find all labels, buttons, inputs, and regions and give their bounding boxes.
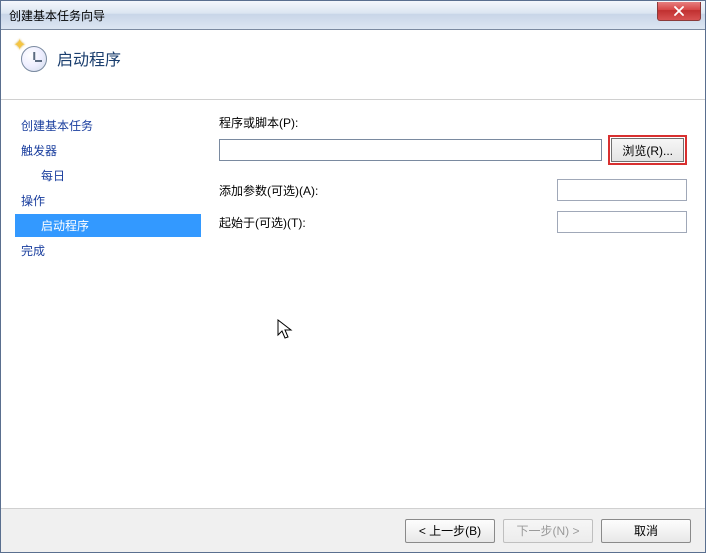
sidebar-item-start-program[interactable]: 启动程序: [15, 214, 201, 237]
wizard-body: 创建基本任务 触发器 每日 操作 启动程序 完成 程序或脚本(P): 浏览(R)…: [1, 100, 705, 508]
wizard-window: 创建基本任务向导 ✦ 启动程序 创建基本任务 触发器 每日 操作 启动程序 完成: [0, 0, 706, 553]
titlebar: 创建基本任务向导: [1, 1, 705, 30]
sidebar-item-daily[interactable]: 每日: [15, 164, 201, 187]
window-title: 创建基本任务向导: [9, 7, 105, 24]
sidebar-item-finish[interactable]: 完成: [15, 239, 201, 262]
wizard-header: ✦ 启动程序: [1, 30, 705, 100]
wizard-footer: < 上一步(B) 下一步(N) > 取消: [1, 508, 705, 552]
program-path-input[interactable]: [219, 139, 602, 161]
sidebar-item-trigger[interactable]: 触发器: [15, 139, 201, 162]
wizard-steps-sidebar: 创建基本任务 触发器 每日 操作 启动程序 完成: [1, 100, 201, 508]
close-button[interactable]: [657, 2, 701, 21]
browse-highlight: 浏览(R)...: [608, 135, 687, 165]
sidebar-item-action[interactable]: 操作: [15, 189, 201, 212]
program-label: 程序或脚本(P):: [219, 114, 687, 131]
browse-button[interactable]: 浏览(R)...: [611, 138, 684, 162]
back-button[interactable]: < 上一步(B): [405, 519, 495, 543]
form-content: 程序或脚本(P): 浏览(R)... 添加参数(可选)(A): 起始于(可选): [201, 100, 705, 508]
start-in-input[interactable]: [557, 211, 687, 233]
page-title: 启动程序: [57, 46, 121, 70]
task-clock-icon: ✦: [15, 40, 47, 72]
close-icon: [673, 6, 685, 16]
cancel-button[interactable]: 取消: [601, 519, 691, 543]
sidebar-item-create-task[interactable]: 创建基本任务: [15, 114, 201, 137]
arguments-input[interactable]: [557, 179, 687, 201]
start-in-label: 起始于(可选)(T):: [219, 214, 557, 231]
arguments-label: 添加参数(可选)(A):: [219, 182, 557, 199]
next-button[interactable]: 下一步(N) >: [503, 519, 593, 543]
